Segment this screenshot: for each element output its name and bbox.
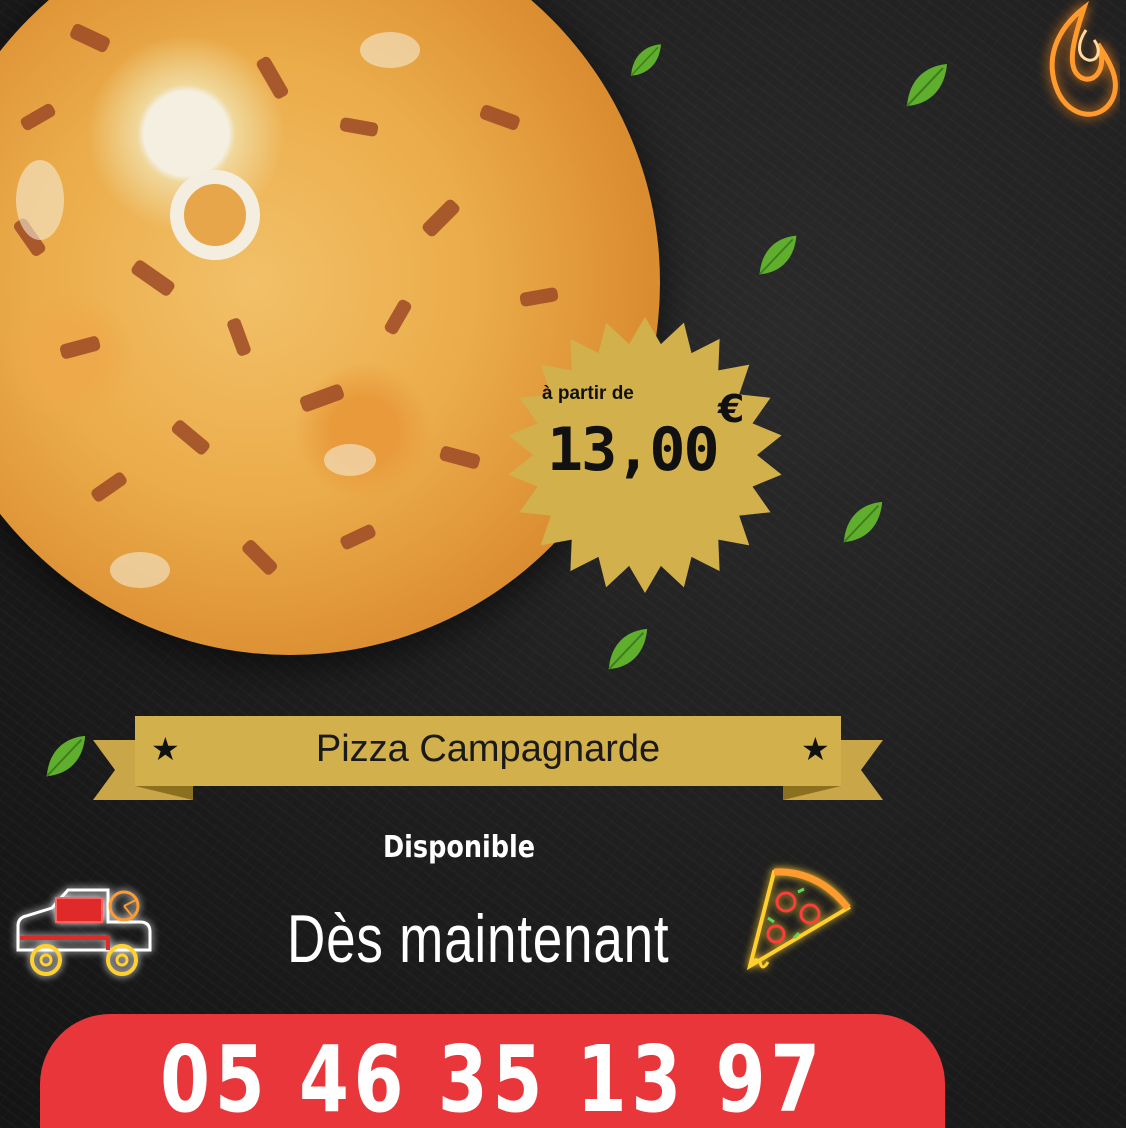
product-banner: ★ Pizza Campagnarde ★ — [93, 716, 883, 802]
leaf-icon — [46, 735, 86, 777]
currency-symbol: € — [718, 387, 745, 431]
price-prefix: à partir de — [542, 383, 634, 404]
leaf-icon — [608, 628, 648, 670]
phone-bar[interactable]: 05 46 35 13 97 — [40, 1014, 945, 1128]
star-icon: ★ — [801, 730, 830, 768]
price-value: 13,00 — [547, 415, 720, 485]
pizza-slice-icon — [746, 868, 851, 971]
availability-label: Disponible — [383, 830, 536, 865]
egg-yolk — [170, 170, 260, 260]
delivery-truck-icon — [16, 888, 152, 976]
leaf-icon — [906, 64, 947, 107]
phone-number[interactable]: 05 46 35 13 97 — [140, 1026, 846, 1128]
leaf-icon — [843, 501, 883, 543]
leaf-icon — [630, 44, 661, 77]
flame-icon — [1049, 0, 1118, 117]
star-icon: ★ — [151, 730, 180, 768]
availability-subtitle: Dès maintenant — [287, 901, 670, 977]
product-name: Pizza Campagnarde — [315, 728, 661, 770]
leaf-icon — [758, 235, 797, 275]
poster: à partir de 13,00 € ★ Pizza Campagnarde … — [0, 0, 1126, 1128]
price-badge: à partir de 13,00 € — [505, 315, 785, 595]
